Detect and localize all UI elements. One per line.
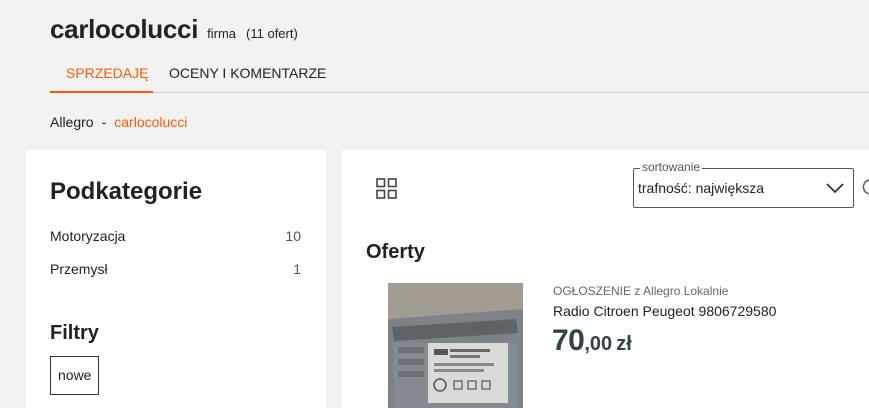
product-photo xyxy=(388,283,523,408)
category-label: Motoryzacja xyxy=(50,228,126,244)
tab-sell[interactable]: SPRZEDAJĘ xyxy=(50,53,153,93)
category-item-przemysl[interactable]: Przemysł 1 xyxy=(50,261,301,277)
sort-value: trafność: największa xyxy=(638,180,765,196)
offer-title-link[interactable]: Radio Citroen Peugeot 9806729580 xyxy=(553,303,776,319)
sort-select[interactable]: sortowanie trafność: największa xyxy=(633,160,854,208)
sort-label: sortowanie xyxy=(640,160,703,174)
tab-ratings[interactable]: OCENY I KOMENTARZE xyxy=(153,53,342,93)
seller-offer-count: (11 ofert) xyxy=(246,26,298,41)
breadcrumb-current[interactable]: carlocolucci xyxy=(114,114,187,130)
grid-view-icon[interactable] xyxy=(376,178,397,199)
seller-type: firma xyxy=(207,26,237,41)
refresh-icon[interactable] xyxy=(862,178,869,196)
offer-thumbnail[interactable] xyxy=(388,283,523,408)
offer-price: 70,00 zł xyxy=(552,324,632,358)
seller-header: carlocolucci firma (11 ofert) xyxy=(50,14,298,45)
main-content: sortowanie trafność: największa Oferty O… xyxy=(342,150,869,408)
tab-bar: SPRZEDAJĘ OCENY I KOMENTARZE xyxy=(50,53,869,93)
filters-title: Filtry xyxy=(50,322,99,344)
breadcrumb-root[interactable]: Allegro xyxy=(50,114,94,130)
offers-title: Oferty xyxy=(366,241,425,263)
breadcrumb-separator: - xyxy=(101,114,107,130)
category-label: Przemysł xyxy=(50,261,108,277)
price-decimal: ,00 xyxy=(584,333,613,355)
subcategories-title: Podkategorie xyxy=(50,178,203,205)
category-count: 1 xyxy=(293,261,301,277)
price-integer: 70 xyxy=(552,324,585,357)
breadcrumb: Allegro - carlocolucci xyxy=(50,114,187,130)
seller-name: carlocolucci xyxy=(50,14,199,44)
chevron-down-icon xyxy=(826,183,844,194)
price-currency: zł xyxy=(616,333,632,355)
filter-chip-new[interactable]: nowe xyxy=(50,356,100,395)
category-item-motoryzacja[interactable]: Motoryzacja 10 xyxy=(50,228,301,244)
category-count: 10 xyxy=(285,228,301,244)
sidebar: Podkategorie Motoryzacja 10 Przemysł 1 F… xyxy=(26,150,326,408)
offer-source-label: OGŁOSZENIE z Allegro Lokalnie xyxy=(553,284,729,298)
